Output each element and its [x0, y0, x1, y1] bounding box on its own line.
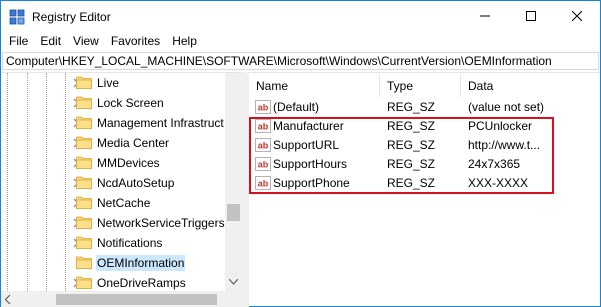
value-data: (value not set): [468, 100, 545, 114]
tree-vertical-scroll-thumb[interactable]: [227, 204, 240, 221]
close-button[interactable]: [554, 1, 600, 31]
column-header-data[interactable]: Data: [461, 75, 600, 97]
menu-view[interactable]: View: [67, 32, 105, 51]
menu-bar: File Edit View Favorites Help: [1, 32, 600, 51]
tree-item-label: NcdAutoSetup: [97, 176, 175, 190]
menu-edit[interactable]: Edit: [34, 32, 67, 51]
tree-horizontal-scroll-thumb[interactable]: [56, 294, 217, 305]
column-header-name[interactable]: Name: [249, 75, 380, 97]
tree-item-label: NetworkServiceTriggers: [97, 216, 225, 230]
values-list-pane[interactable]: Name Type Data ab (Default) REG_SZ (value n…: [249, 72, 600, 307]
folder-icon: [76, 196, 92, 209]
folder-icon: [76, 136, 92, 149]
tree-item[interactable]: NetCache: [1, 193, 225, 213]
key-tree-pane[interactable]: Live Lock Screen Management Infrastruct Med…: [1, 72, 242, 307]
svg-text:ab: ab: [258, 103, 269, 113]
maximize-icon: [526, 11, 536, 21]
tree-item[interactable]: Management Infrastruct: [1, 113, 225, 133]
scrollbar-corner: [225, 291, 242, 307]
registry-editor-app-icon: [9, 9, 25, 25]
address-bar[interactable]: Computer\HKEY_LOCAL_MACHINE\SOFTWARE\Mic…: [2, 52, 599, 70]
window-title: Registry Editor: [32, 10, 111, 24]
scroll-down-arrow-icon[interactable]: [229, 279, 238, 285]
value-name: (Default): [273, 100, 320, 114]
minimize-icon: [480, 15, 490, 17]
scroll-left-arrow-icon[interactable]: [5, 295, 11, 304]
folder-icon: [76, 76, 92, 89]
registry-value-row[interactable]: ab (Default) REG_SZ (value not set): [249, 98, 600, 117]
tree-item-label: Notifications: [97, 236, 163, 250]
registry-editor-window: Registry Editor File Edit View Favorites…: [0, 0, 601, 307]
tree-vertical-scrollbar[interactable]: [225, 73, 242, 291]
highlight-annotation-box: [249, 117, 554, 194]
tree-item-label: OneDriveRamps: [97, 276, 186, 290]
folder-icon: [76, 276, 92, 289]
tree-item[interactable]: Lock Screen: [1, 93, 225, 113]
tree-item-label: Management Infrastruct: [97, 116, 224, 130]
tree-item[interactable]: MMDevices: [1, 153, 225, 173]
folder-icon: [76, 216, 92, 229]
tree-item[interactable]: OEMInformation: [1, 253, 225, 273]
pane-splitter[interactable]: [242, 72, 249, 307]
string-value-icon: ab: [255, 100, 271, 114]
column-header-type[interactable]: Type: [380, 75, 461, 97]
tree-item[interactable]: Notifications: [1, 233, 225, 253]
value-type: REG_SZ: [387, 100, 436, 114]
tree-item-label: Lock Screen: [97, 96, 164, 110]
folder-icon: [76, 156, 92, 169]
tree-horizontal-scrollbar[interactable]: [1, 291, 225, 307]
menu-favorites[interactable]: Favorites: [105, 32, 166, 51]
tree-item-label: NetCache: [97, 196, 151, 210]
tree-item[interactable]: OneDriveRamps: [1, 273, 225, 293]
folder-icon: [76, 256, 92, 269]
folder-icon: [76, 116, 92, 129]
close-icon: [572, 11, 582, 21]
folder-icon: [76, 236, 92, 249]
menu-file[interactable]: File: [1, 32, 34, 51]
minimize-button[interactable]: [462, 1, 508, 31]
maximize-button[interactable]: [508, 1, 554, 31]
tree-item-label: Media Center: [97, 136, 170, 150]
tree-item-label: OEMInformation: [96, 255, 186, 271]
tree-item[interactable]: Media Center: [1, 133, 225, 153]
tree-item-label: Live: [97, 76, 120, 90]
tree-item[interactable]: NcdAutoSetup: [1, 173, 225, 193]
tree-item-label: MMDevices: [97, 156, 160, 170]
title-bar[interactable]: Registry Editor: [1, 1, 600, 32]
menu-help[interactable]: Help: [166, 32, 203, 51]
tree-item[interactable]: Live: [1, 73, 225, 93]
tree-item[interactable]: NetworkServiceTriggers: [1, 213, 225, 233]
folder-icon: [76, 176, 92, 189]
folder-icon: [76, 96, 92, 109]
